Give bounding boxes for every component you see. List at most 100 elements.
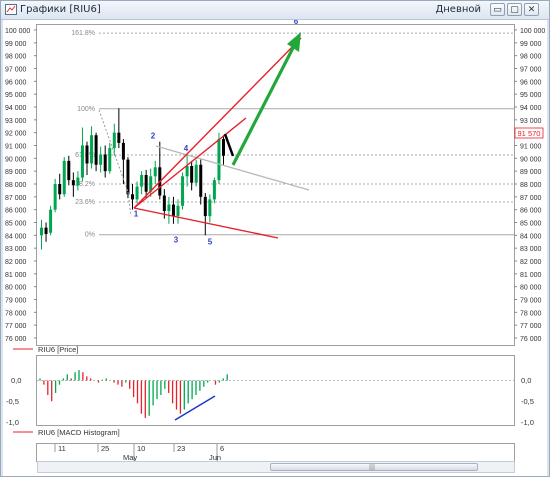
candle-body xyxy=(44,227,48,235)
candle-body xyxy=(162,195,166,211)
price-axis-label-right: 100 000 xyxy=(520,28,545,35)
timeframe-label[interactable]: Дневной xyxy=(435,4,481,15)
candle-body xyxy=(99,154,103,165)
price-axis-label-right: 83 000 xyxy=(520,246,542,253)
price-axis-label-right: 91 000 xyxy=(520,144,542,151)
price-axis-label: 89 000 xyxy=(5,169,27,176)
price-axis-label: 77 000 xyxy=(5,323,27,330)
window-title: Графики [RIU6] xyxy=(20,4,101,15)
chart-canvas[interactable]: 161.8%100%61.8%38.2%23.6%0% 123456 100 0… xyxy=(3,20,547,476)
horizontal-scrollbar[interactable]: ||| xyxy=(37,461,515,473)
price-axis-label-right: 80 000 xyxy=(520,285,542,292)
grip-icon: ||| xyxy=(369,464,376,471)
title-bar: Графики [RIU6] Дневной ▭ ▢ ✕ xyxy=(1,1,549,20)
candle-body xyxy=(185,166,189,177)
close-button[interactable]: ✕ xyxy=(524,3,539,16)
candle-body xyxy=(90,135,94,164)
price-axis-label-right: 93 000 xyxy=(520,118,542,125)
price-axis-label: 98 000 xyxy=(5,54,27,61)
price-axis-label-right: 96 000 xyxy=(520,79,542,86)
maximize-button[interactable]: ▢ xyxy=(507,3,522,16)
price-axis-label: 97 000 xyxy=(5,67,27,74)
fib-level-label: 161.8% xyxy=(71,30,95,37)
candle-body xyxy=(76,177,80,186)
chart-window: Графики [RIU6] Дневной ▭ ▢ ✕ 161.8% 100% 6… xyxy=(0,0,550,477)
price-axis-label-right: 99 000 xyxy=(520,41,542,48)
candle-body xyxy=(62,160,66,195)
time-label-23: 23 xyxy=(177,444,185,453)
macd-axis-mid: -0,5 xyxy=(6,397,19,406)
price-axis-label-right: 88 000 xyxy=(520,182,542,189)
price-axis-label-right: 79 000 xyxy=(520,298,542,305)
price-axis-label-right: 81 000 xyxy=(520,272,542,279)
candle-body xyxy=(140,175,144,187)
candle-body xyxy=(135,186,139,200)
candle-body xyxy=(103,154,107,172)
price-axis-label: 81 000 xyxy=(5,272,27,279)
price-axis-label-right: 77 000 xyxy=(520,323,542,330)
macd-axis-zero: 0,0 xyxy=(11,376,21,385)
wave-label-1: 1 xyxy=(134,209,139,218)
price-axis-label: 86 000 xyxy=(5,208,27,215)
time-label-10: 10 xyxy=(137,444,145,453)
price-axis-label: 83 000 xyxy=(5,246,27,253)
price-axis-label: 100 000 xyxy=(5,28,30,35)
candle-body xyxy=(112,132,116,149)
price-axis-left: 100 000 99 000 98 000 97 000 96 000 95 000 94 … xyxy=(5,28,37,343)
candle-body xyxy=(181,176,185,206)
wave-label-5: 5 xyxy=(208,238,213,247)
candle-body xyxy=(71,180,75,186)
price-axis-label-right: 84 000 xyxy=(520,233,542,240)
scrollbar-thumb[interactable]: ||| xyxy=(270,463,478,471)
macd-legend: RIU6 [MACD Histogram] xyxy=(38,428,120,437)
candle-body xyxy=(208,199,212,217)
chart-area[interactable]: 161.8% 100% 61.8% 38.2% 23.6% 0% 123456 100 0… xyxy=(3,20,547,476)
candle-body xyxy=(126,159,130,195)
candle-body xyxy=(58,184,62,195)
candle-body xyxy=(167,204,171,211)
time-label-11: 11 xyxy=(58,444,66,453)
candle-body xyxy=(190,166,194,183)
candle-body xyxy=(53,184,57,210)
candle-body xyxy=(85,145,89,164)
macd-axis-right-mid: -0,5 xyxy=(521,397,534,406)
candle-body xyxy=(212,180,216,200)
price-axis-label: 85 000 xyxy=(5,221,27,228)
price-axis-label: 82 000 xyxy=(5,259,27,266)
time-label-25: 25 xyxy=(101,444,109,453)
price-axis-label: 80 000 xyxy=(5,285,27,292)
candle-body xyxy=(131,194,134,200)
wave-label-4: 4 xyxy=(184,144,189,153)
price-axis-label: 84 000 xyxy=(5,233,27,240)
price-axis-label-right: 76 000 xyxy=(520,336,542,343)
price-axis-label: 93 000 xyxy=(5,118,27,125)
candle-body xyxy=(171,204,175,217)
price-axis-label-right: 89 000 xyxy=(520,169,542,176)
macd-axis-right-low: -1,0 xyxy=(521,418,534,427)
price-axis-label: 88 000 xyxy=(5,182,27,189)
candle-body xyxy=(203,196,207,217)
price-axis-label: 87 000 xyxy=(5,195,27,202)
price-axis-right: 100 000 99 000 98 000 97 000 96 000 95 000 94 … xyxy=(514,28,545,343)
chart-app-icon xyxy=(5,4,17,15)
candle-body xyxy=(121,142,125,160)
candle-body xyxy=(40,227,43,236)
candle-body xyxy=(199,164,203,197)
candle-body xyxy=(176,205,180,217)
time-label-6: 6 xyxy=(220,444,224,453)
candle-body xyxy=(80,145,84,178)
price-axis-label-right: 98 000 xyxy=(520,54,542,61)
candle-body xyxy=(144,175,148,192)
candle-body xyxy=(94,135,98,165)
minimize-button[interactable]: ▭ xyxy=(490,3,505,16)
price-axis-label: 76 000 xyxy=(5,336,27,343)
price-axis-label-right: 90 000 xyxy=(520,156,542,163)
price-axis-label: 95 000 xyxy=(5,92,27,99)
candle-body xyxy=(222,139,225,156)
price-axis-label-right: 95 000 xyxy=(520,92,542,99)
price-axis-label-right: 94 000 xyxy=(520,105,542,112)
fib-level-label: 100% xyxy=(77,106,95,113)
last-price-label: 91 570 xyxy=(518,129,541,138)
candle-body xyxy=(49,209,53,233)
price-axis-label-right: 97 000 xyxy=(520,67,542,74)
